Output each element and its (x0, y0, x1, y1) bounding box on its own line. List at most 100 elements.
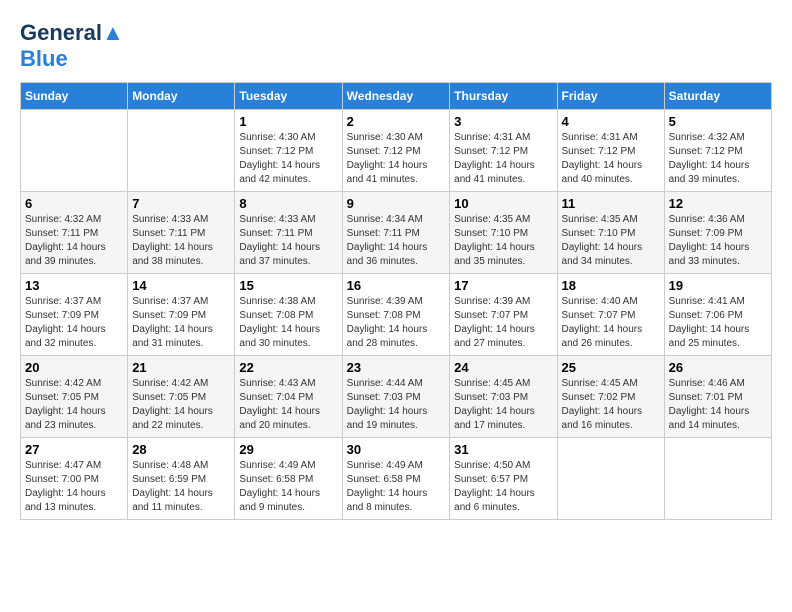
day-info: Sunrise: 4:30 AMSunset: 7:12 PMDaylight:… (239, 131, 337, 187)
day-number: 17 (454, 278, 552, 293)
day-info: Sunrise: 4:34 AMSunset: 7:11 PMDaylight:… (347, 213, 446, 269)
day-info: Sunrise: 4:38 AMSunset: 7:08 PMDaylight:… (239, 295, 337, 351)
calendar-cell (128, 110, 235, 192)
day-number: 28 (132, 442, 230, 457)
day-info: Sunrise: 4:36 AMSunset: 7:09 PMDaylight:… (669, 213, 767, 269)
day-number: 15 (239, 278, 337, 293)
day-info: Sunrise: 4:48 AMSunset: 6:59 PMDaylight:… (132, 459, 230, 515)
calendar-cell (21, 110, 128, 192)
calendar-cell: 28 Sunrise: 4:48 AMSunset: 6:59 PMDayligh… (128, 438, 235, 520)
day-info: Sunrise: 4:42 AMSunset: 7:05 PMDaylight:… (25, 377, 123, 433)
calendar-cell (664, 438, 771, 520)
weekday-header: Saturday (664, 83, 771, 110)
logo: General▲ Blue (20, 20, 124, 72)
day-info: Sunrise: 4:37 AMSunset: 7:09 PMDaylight:… (132, 295, 230, 351)
day-number: 23 (347, 360, 446, 375)
calendar-cell: 4 Sunrise: 4:31 AMSunset: 7:12 PMDaylight… (557, 110, 664, 192)
calendar-cell: 20 Sunrise: 4:42 AMSunset: 7:05 PMDayligh… (21, 356, 128, 438)
calendar-cell: 31 Sunrise: 4:50 AMSunset: 6:57 PMDayligh… (450, 438, 557, 520)
day-number: 14 (132, 278, 230, 293)
day-info: Sunrise: 4:43 AMSunset: 7:04 PMDaylight:… (239, 377, 337, 433)
calendar-cell: 21 Sunrise: 4:42 AMSunset: 7:05 PMDayligh… (128, 356, 235, 438)
weekday-header: Friday (557, 83, 664, 110)
day-info: Sunrise: 4:49 AMSunset: 6:58 PMDaylight:… (347, 459, 446, 515)
day-info: Sunrise: 4:37 AMSunset: 7:09 PMDaylight:… (25, 295, 123, 351)
calendar-cell: 16 Sunrise: 4:39 AMSunset: 7:08 PMDayligh… (342, 274, 450, 356)
calendar-cell: 9 Sunrise: 4:34 AMSunset: 7:11 PMDaylight… (342, 192, 450, 274)
day-info: Sunrise: 4:32 AMSunset: 7:12 PMDaylight:… (669, 131, 767, 187)
day-info: Sunrise: 4:42 AMSunset: 7:05 PMDaylight:… (132, 377, 230, 433)
day-number: 29 (239, 442, 337, 457)
day-number: 26 (669, 360, 767, 375)
logo-text: General▲ Blue (20, 20, 124, 72)
calendar-cell: 22 Sunrise: 4:43 AMSunset: 7:04 PMDayligh… (235, 356, 342, 438)
day-info: Sunrise: 4:33 AMSunset: 7:11 PMDaylight:… (132, 213, 230, 269)
day-info: Sunrise: 4:39 AMSunset: 7:07 PMDaylight:… (454, 295, 552, 351)
weekday-header: Tuesday (235, 83, 342, 110)
calendar-cell: 15 Sunrise: 4:38 AMSunset: 7:08 PMDayligh… (235, 274, 342, 356)
day-number: 22 (239, 360, 337, 375)
calendar-table: SundayMondayTuesdayWednesdayThursdayFrid… (20, 82, 772, 520)
day-number: 31 (454, 442, 552, 457)
day-info: Sunrise: 4:44 AMSunset: 7:03 PMDaylight:… (347, 377, 446, 433)
calendar-cell: 18 Sunrise: 4:40 AMSunset: 7:07 PMDayligh… (557, 274, 664, 356)
calendar-cell: 17 Sunrise: 4:39 AMSunset: 7:07 PMDayligh… (450, 274, 557, 356)
day-info: Sunrise: 4:41 AMSunset: 7:06 PMDaylight:… (669, 295, 767, 351)
calendar-cell: 19 Sunrise: 4:41 AMSunset: 7:06 PMDayligh… (664, 274, 771, 356)
day-number: 1 (239, 114, 337, 129)
day-number: 11 (562, 196, 660, 211)
day-number: 9 (347, 196, 446, 211)
weekday-header: Wednesday (342, 83, 450, 110)
day-info: Sunrise: 4:31 AMSunset: 7:12 PMDaylight:… (562, 131, 660, 187)
calendar-cell: 5 Sunrise: 4:32 AMSunset: 7:12 PMDaylight… (664, 110, 771, 192)
day-info: Sunrise: 4:47 AMSunset: 7:00 PMDaylight:… (25, 459, 123, 515)
calendar-cell: 25 Sunrise: 4:45 AMSunset: 7:02 PMDayligh… (557, 356, 664, 438)
day-number: 19 (669, 278, 767, 293)
day-number: 20 (25, 360, 123, 375)
day-info: Sunrise: 4:35 AMSunset: 7:10 PMDaylight:… (562, 213, 660, 269)
day-number: 7 (132, 196, 230, 211)
calendar-cell: 10Sunrise: 4:35 AMSunset: 7:10 PMDayligh… (450, 192, 557, 274)
day-number: 24 (454, 360, 552, 375)
day-info: Sunrise: 4:45 AMSunset: 7:02 PMDaylight:… (562, 377, 660, 433)
day-number: 16 (347, 278, 446, 293)
day-number: 30 (347, 442, 446, 457)
day-number: 8 (239, 196, 337, 211)
day-number: 5 (669, 114, 767, 129)
calendar-cell: 6 Sunrise: 4:32 AMSunset: 7:11 PMDaylight… (21, 192, 128, 274)
day-number: 4 (562, 114, 660, 129)
day-info: Sunrise: 4:39 AMSunset: 7:08 PMDaylight:… (347, 295, 446, 351)
day-info: Sunrise: 4:46 AMSunset: 7:01 PMDaylight:… (669, 377, 767, 433)
day-info: Sunrise: 4:32 AMSunset: 7:11 PMDaylight:… (25, 213, 123, 269)
day-info: Sunrise: 4:40 AMSunset: 7:07 PMDaylight:… (562, 295, 660, 351)
day-info: Sunrise: 4:50 AMSunset: 6:57 PMDaylight:… (454, 459, 552, 515)
day-number: 27 (25, 442, 123, 457)
calendar-cell: 2Sunrise: 4:30 AMSunset: 7:12 PMDaylight… (342, 110, 450, 192)
calendar-cell: 14 Sunrise: 4:37 AMSunset: 7:09 PMDayligh… (128, 274, 235, 356)
calendar-cell: 3 Sunrise: 4:31 AMSunset: 7:12 PMDaylight… (450, 110, 557, 192)
calendar-cell: 24 Sunrise: 4:45 AMSunset: 7:03 PMDayligh… (450, 356, 557, 438)
calendar-cell: 27 Sunrise: 4:47 AMSunset: 7:00 PMDayligh… (21, 438, 128, 520)
calendar-cell: 11 Sunrise: 4:35 AMSunset: 7:10 PMDayligh… (557, 192, 664, 274)
day-number: 12 (669, 196, 767, 211)
day-number: 6 (25, 196, 123, 211)
day-info: Sunrise: 4:31 AMSunset: 7:12 PMDaylight:… (454, 131, 552, 187)
weekday-header: Monday (128, 83, 235, 110)
day-info: Sunrise: 4:30 AMSunset: 7:12 PMDaylight:… (347, 131, 446, 187)
calendar-cell: 30 Sunrise: 4:49 AMSunset: 6:58 PMDayligh… (342, 438, 450, 520)
weekday-header: Sunday (21, 83, 128, 110)
day-number: 18 (562, 278, 660, 293)
day-number: 13 (25, 278, 123, 293)
day-number: 21 (132, 360, 230, 375)
day-info: Sunrise: 4:33 AMSunset: 7:11 PMDaylight:… (239, 213, 337, 269)
calendar-cell: 29Sunrise: 4:49 AMSunset: 6:58 PMDayligh… (235, 438, 342, 520)
calendar-cell: 8 Sunrise: 4:33 AMSunset: 7:11 PMDaylight… (235, 192, 342, 274)
day-number: 3 (454, 114, 552, 129)
calendar-cell: 26 Sunrise: 4:46 AMSunset: 7:01 PMDayligh… (664, 356, 771, 438)
day-info: Sunrise: 4:45 AMSunset: 7:03 PMDaylight:… (454, 377, 552, 433)
page-header: General▲ Blue (20, 20, 772, 72)
calendar-cell: 7 Sunrise: 4:33 AMSunset: 7:11 PMDaylight… (128, 192, 235, 274)
calendar-cell (557, 438, 664, 520)
weekday-header: Thursday (450, 83, 557, 110)
day-number: 25 (562, 360, 660, 375)
